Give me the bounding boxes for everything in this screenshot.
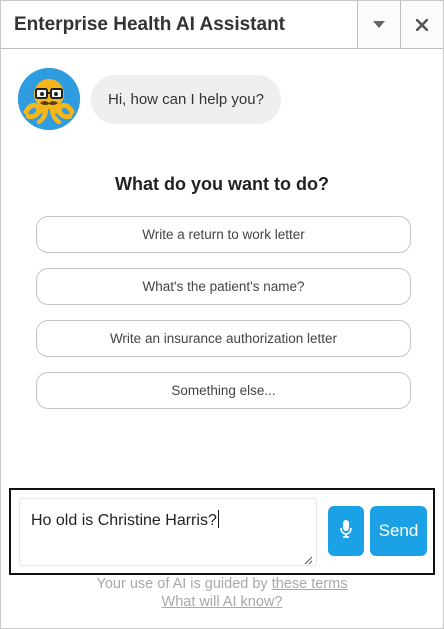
terms-link[interactable]: these terms bbox=[272, 576, 348, 592]
option-return-to-work-letter[interactable]: Write a return to work letter bbox=[36, 216, 411, 253]
option-patient-name[interactable]: What's the patient's name? bbox=[36, 268, 411, 305]
quick-options-list: Write a return to work letter What's the… bbox=[36, 216, 411, 424]
composer: Ho old is Christine Harris? Send bbox=[9, 488, 435, 575]
message-input-value: Ho old is Christine Harris? bbox=[31, 512, 217, 529]
bot-greeting-bubble: Hi, how can I help you? bbox=[91, 74, 281, 124]
bot-message-row: Hi, how can I help you? bbox=[18, 68, 281, 130]
assistant-window: Enterprise Health AI Assistant Hi, how c… bbox=[0, 0, 444, 629]
terms-prefix: Your use of AI is guided by bbox=[96, 576, 272, 592]
message-input-value-wrap: Ho old is Christine Harris? bbox=[31, 510, 219, 530]
octopus-avatar-icon bbox=[18, 68, 80, 130]
close-icon bbox=[416, 18, 428, 31]
options-heading: What do you want to do? bbox=[115, 174, 329, 194]
window-title: Enterprise Health AI Assistant bbox=[14, 13, 286, 35]
knowledge-line: What will AI know? bbox=[1, 593, 443, 611]
what-will-ai-know-link[interactable]: What will AI know? bbox=[162, 594, 283, 610]
microphone-icon bbox=[340, 519, 352, 543]
text-caret bbox=[217, 510, 219, 528]
option-insurance-authorization-letter[interactable]: Write an insurance authorization letter bbox=[36, 320, 411, 357]
option-something-else[interactable]: Something else... bbox=[36, 372, 411, 409]
microphone-button[interactable] bbox=[328, 506, 364, 556]
send-button[interactable]: Send bbox=[370, 506, 427, 556]
chevron-down-icon bbox=[373, 20, 385, 29]
title-bar: Enterprise Health AI Assistant bbox=[1, 1, 443, 49]
terms-line: Your use of AI is guided by these terms bbox=[1, 575, 443, 593]
collapse-button[interactable] bbox=[357, 1, 400, 48]
message-input[interactable]: Ho old is Christine Harris? bbox=[19, 498, 317, 566]
close-button[interactable] bbox=[400, 1, 443, 48]
footer: Your use of AI is guided by these terms … bbox=[1, 575, 443, 611]
resize-handle-icon[interactable] bbox=[303, 552, 313, 565]
